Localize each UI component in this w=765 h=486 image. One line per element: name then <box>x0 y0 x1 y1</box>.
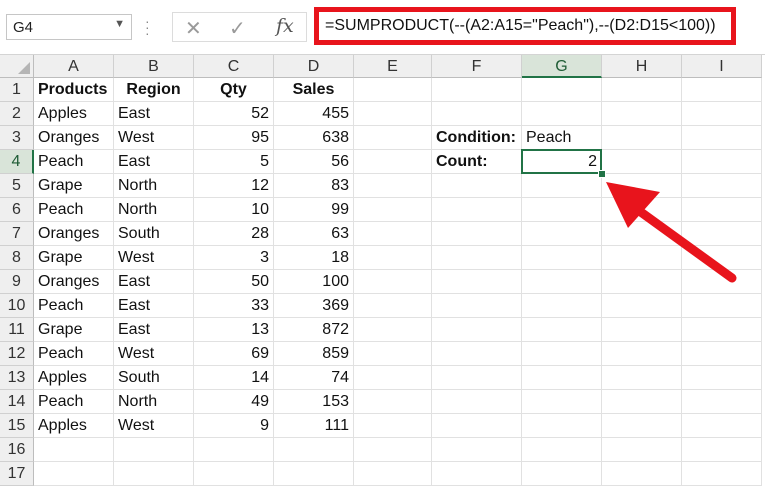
arrow-shaft <box>633 205 737 283</box>
annotation-arrow <box>606 182 737 283</box>
